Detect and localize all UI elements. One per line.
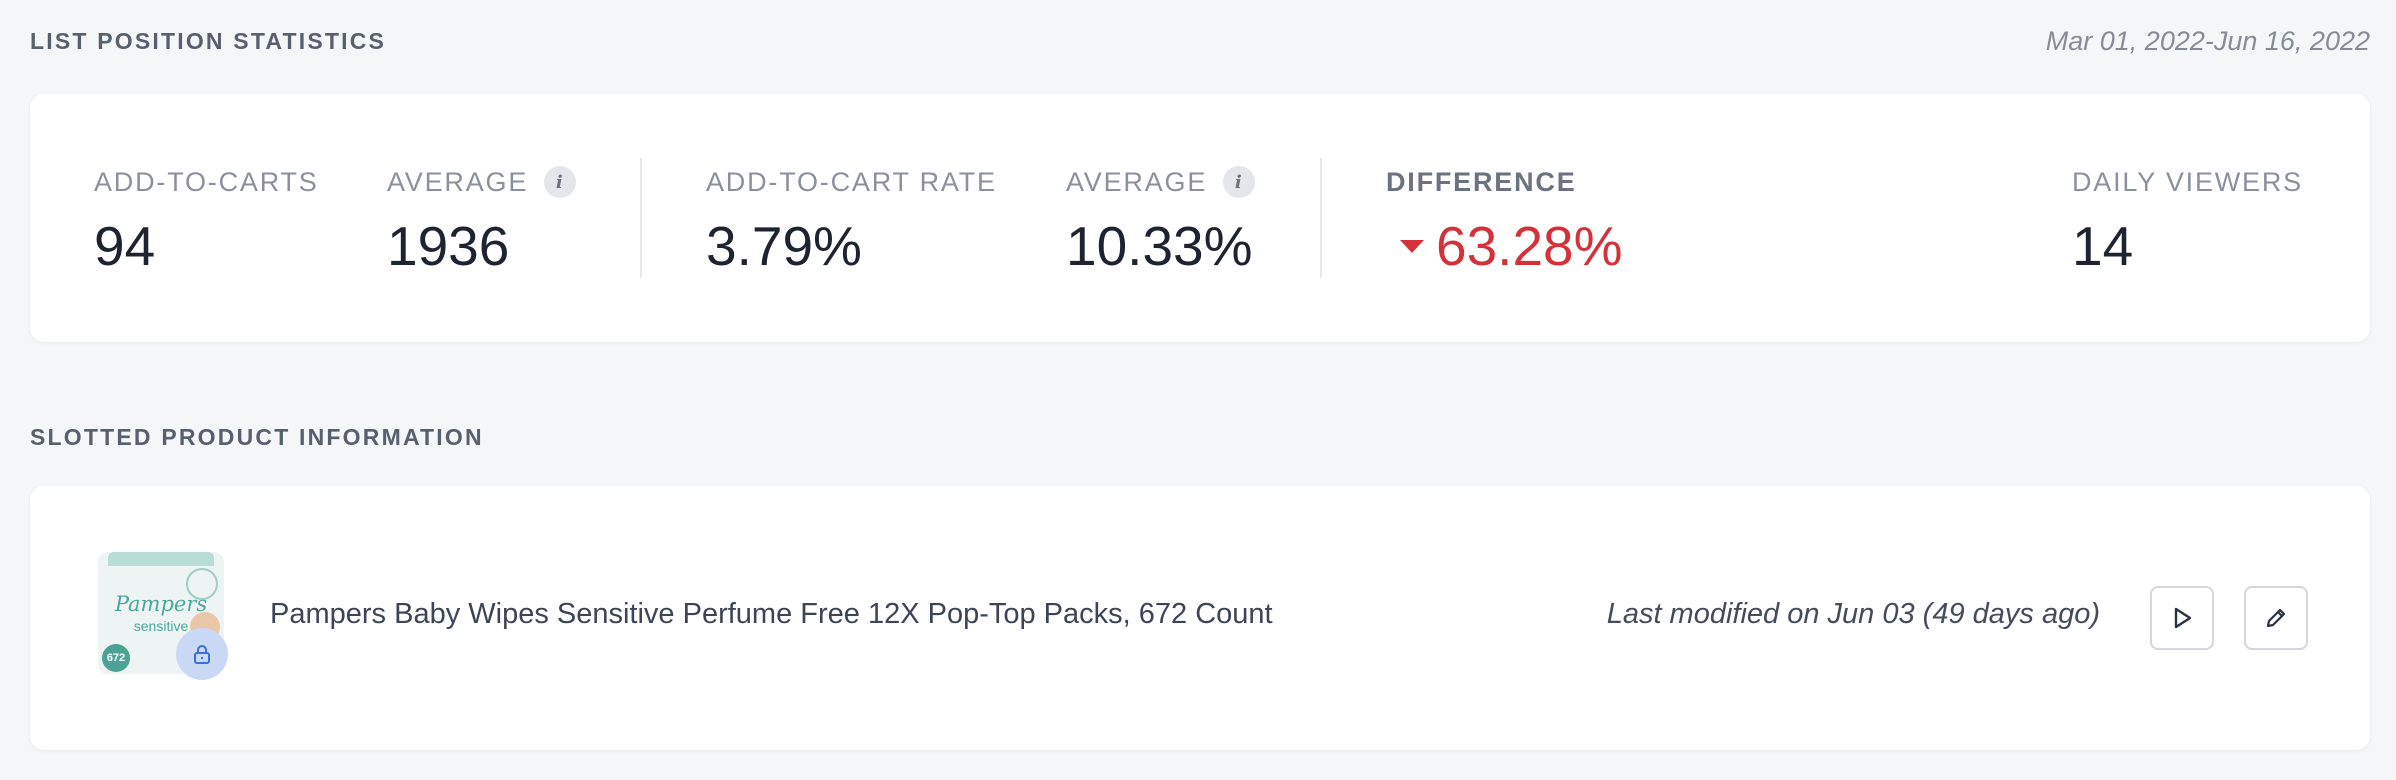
stat-label: AVERAGE [1066,166,1208,197]
stat-value: 3.79% [706,215,862,277]
stat-value: 94 [94,215,156,277]
last-modified: Last modified on Jun 03 (49 days ago) [1606,598,2100,630]
stat-label: DIFFERENCE [1386,166,1577,197]
stat-value: 14 [2072,215,2134,277]
stat-difference: DIFFERENCE 63.28% [1386,162,1623,278]
edit-button[interactable] [2244,586,2308,650]
stat-daily-viewers: DAILY VIEWERS 14 [2072,162,2303,278]
stat-label: ADD-TO-CART RATE [706,166,997,197]
stat-add-to-cart-rate: ADD-TO-CART RATE 3.79% [706,162,997,278]
pencil-icon [2266,608,2286,628]
stat-value: 1936 [387,215,510,277]
product-section-title: SLOTTED PRODUCT INFORMATION [30,424,484,450]
stat-rate-average: AVERAGE i 10.33% [1066,162,1256,278]
info-icon[interactable]: i [544,166,577,198]
stat-value: 10.33% [1066,215,1253,277]
product-card: Pampers sensitive 672 Pampers Baby Wipes… [30,486,2370,750]
product-title[interactable]: Pampers Baby Wipes Sensitive Perfume Fre… [270,598,1273,631]
stat-divider [640,158,642,278]
product-thumbnail[interactable]: Pampers sensitive 672 [98,552,228,682]
play-button[interactable] [2150,586,2214,650]
stat-divider [1320,158,1322,278]
play-icon [2174,607,2192,629]
stats-card: ADD-TO-CARTS 94 AVERAGE i 1936 ADD-TO-CA… [30,94,2370,342]
stat-add-to-carts: ADD-TO-CARTS 94 [94,162,319,278]
count-badge: 672 [102,644,130,672]
stat-value: 63.28% [1436,215,1623,277]
caret-down-icon [1400,239,1424,253]
date-range: Mar 01, 2022-Jun 16, 2022 [2045,26,2370,56]
stat-add-to-carts-average: AVERAGE i 1936 [387,162,577,278]
stat-label: ADD-TO-CARTS [94,166,319,197]
stat-label: AVERAGE [387,166,529,197]
stat-label: DAILY VIEWERS [2072,166,2303,197]
stats-section-title: LIST POSITION STATISTICS [30,28,387,54]
info-icon[interactable]: i [1223,166,1256,198]
lock-icon[interactable] [176,628,228,680]
